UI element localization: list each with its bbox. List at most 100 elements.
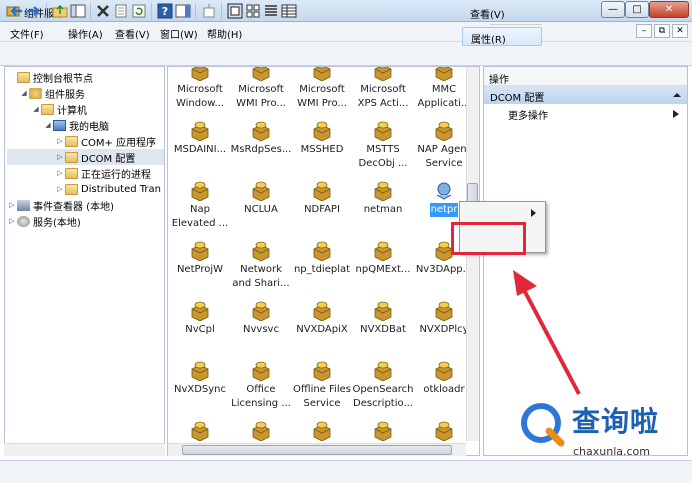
dcom-app-item[interactable]: MSDAINI...: [169, 121, 231, 157]
dcom-app-item[interactable]: NVXDApiX: [291, 301, 353, 337]
maximize-button[interactable]: □: [625, 1, 649, 18]
dcom-app-item[interactable]: NvCpl: [169, 301, 231, 337]
component-box-icon: [312, 181, 332, 201]
tree-node[interactable]: ◢ 计算机: [7, 101, 164, 117]
mdi-restore-button[interactable]: ⧉: [654, 24, 670, 38]
component-box-icon: [190, 301, 210, 321]
menu-window[interactable]: 窗口(W): [160, 26, 198, 41]
tree-node[interactable]: ▷ 事件查看器 (本地): [7, 197, 164, 213]
menu-view[interactable]: 查看(V): [115, 26, 150, 41]
collapsed-arrow-icon[interactable]: ▷: [7, 217, 17, 225]
computer-icon: [53, 119, 66, 131]
small-icons-view-icon[interactable]: [245, 3, 261, 19]
details-view-icon[interactable]: [281, 3, 297, 19]
component-box-icon: [373, 421, 393, 441]
dcom-app-item[interactable]: MSTTS DecObj ...: [352, 121, 414, 171]
tree-node[interactable]: ▷ Distributed Tran: [7, 181, 164, 197]
menu-help[interactable]: 帮助(H): [207, 26, 242, 41]
dcom-app-item[interactable]: Nvvsvc: [230, 301, 292, 337]
collapsed-arrow-icon[interactable]: ▷: [7, 201, 17, 209]
new-window-icon[interactable]: [201, 3, 217, 19]
tree-node[interactable]: 控制台根节点: [7, 69, 164, 85]
dcom-app-item[interactable]: Microsoft XPS Acti...: [352, 67, 414, 111]
component-box-icon: [313, 241, 331, 261]
up-folder-icon[interactable]: [52, 3, 68, 19]
tree-node[interactable]: ◢ 组件服务: [7, 85, 164, 101]
dcom-app-label: NvCpl: [185, 324, 215, 335]
collapsed-arrow-icon[interactable]: ▷: [55, 169, 65, 177]
component-box-icon: [374, 301, 392, 321]
horizontal-scrollbar-thumb[interactable]: [182, 445, 452, 455]
mdi-close-button[interactable]: ✕: [672, 24, 688, 38]
collapsed-arrow-icon[interactable]: ▷: [55, 137, 65, 145]
ctx-properties-item[interactable]: 属性(R): [462, 27, 542, 46]
dcom-app-item[interactable]: Offline Files Service: [291, 361, 353, 411]
expanded-arrow-icon[interactable]: ◢: [43, 121, 53, 129]
tree-horizontal-scrollbar[interactable]: [4, 443, 165, 456]
dcom-app-item[interactable]: NVXDBat: [352, 301, 414, 337]
folder-icon: [65, 135, 78, 147]
back-icon[interactable]: [8, 3, 24, 19]
dcom-app-item[interactable]: Office Licensing ...: [230, 361, 292, 411]
dcom-app-item[interactable]: MSSHED: [291, 121, 353, 157]
minimize-button[interactable]: —: [601, 1, 625, 18]
dcom-app-item[interactable]: NCLUA: [230, 181, 292, 217]
dcom-app-item[interactable]: NvXDSync: [169, 361, 231, 397]
dcom-app-item[interactable]: NetProjW: [169, 241, 231, 277]
component-box-icon: [252, 421, 270, 441]
collapse-up-icon[interactable]: [673, 91, 681, 99]
refresh-icon[interactable]: [131, 3, 147, 19]
ctx-view-item[interactable]: 查看(V): [462, 3, 542, 22]
expanded-arrow-icon[interactable]: ◢: [31, 105, 41, 113]
dcom-app-item[interactable]: [291, 421, 353, 443]
large-icons-view-icon[interactable]: [227, 3, 243, 19]
dcom-app-item[interactable]: OpenSearch Descriptio...: [352, 361, 414, 411]
tree-node[interactable]: ▷ DCOM 配置: [7, 149, 164, 165]
tree-node[interactable]: ▷ 正在运行的进程: [7, 165, 164, 181]
mdi-minimize-button[interactable]: –: [636, 24, 652, 38]
dcom-app-item[interactable]: [352, 421, 414, 443]
dcom-app-item[interactable]: Network and Shari...: [230, 241, 292, 291]
collapsed-arrow-icon[interactable]: ▷: [55, 153, 65, 161]
actions-section-dcom[interactable]: DCOM 配置: [484, 86, 687, 104]
dcom-app-item[interactable]: netman: [352, 181, 414, 217]
toolbar-separator: [195, 3, 196, 20]
component-box-icon: [251, 301, 271, 321]
dcom-app-item[interactable]: Microsoft Window...: [169, 67, 231, 111]
dcom-app-label: Nvvsvc: [243, 324, 279, 335]
tree-node-label: Distributed Tran: [81, 183, 161, 195]
collapsed-arrow-icon[interactable]: ▷: [55, 185, 65, 193]
menu-file[interactable]: 文件(F): [10, 26, 44, 41]
show-hide-tree-icon[interactable]: [70, 3, 86, 19]
show-action-pane-icon[interactable]: [175, 3, 191, 19]
dcom-app-item[interactable]: [230, 421, 292, 443]
dcom-app-item[interactable]: Nap Elevated ...: [169, 181, 231, 231]
tree-node[interactable]: ▷ COM+ 应用程序: [7, 133, 164, 149]
dcom-app-item[interactable]: np_tdieplat: [291, 241, 353, 277]
list-view-icon[interactable]: [263, 3, 279, 19]
tree-node[interactable]: ◢ 我的电脑: [7, 117, 164, 133]
delete-icon[interactable]: [95, 3, 111, 19]
forward-icon[interactable]: [26, 3, 42, 19]
component-box-icon: [190, 241, 210, 261]
dcom-app-item[interactable]: NDFAPI: [291, 181, 353, 217]
dcom-app-item[interactable]: npQMExt...: [352, 241, 414, 277]
component-box-icon: [373, 181, 393, 201]
dcom-app-item[interactable]: MsRdpSes...: [230, 121, 292, 157]
tree-node[interactable]: ▷ 服务(本地): [7, 213, 164, 229]
component-box-icon: [435, 361, 453, 381]
dcom-app-label: Microsoft XPS Acti...: [357, 84, 409, 109]
status-bar: [0, 460, 692, 483]
dcom-app-label: MSSHED: [300, 144, 344, 155]
help-icon[interactable]: ?: [157, 3, 173, 19]
close-button[interactable]: ✕: [649, 1, 689, 18]
dcom-app-item[interactable]: Microsoft WMI Pro...: [291, 67, 353, 111]
component-box-icon: [434, 421, 454, 441]
more-actions[interactable]: 更多操作: [508, 107, 548, 122]
tree-node-label: 计算机: [57, 105, 87, 117]
properties-icon[interactable]: [113, 3, 129, 19]
dcom-app-item[interactable]: Microsoft WMI Pro...: [230, 67, 292, 111]
expanded-arrow-icon[interactable]: ◢: [19, 89, 29, 97]
dcom-app-item[interactable]: [169, 421, 231, 443]
menu-action[interactable]: 操作(A): [68, 26, 103, 41]
